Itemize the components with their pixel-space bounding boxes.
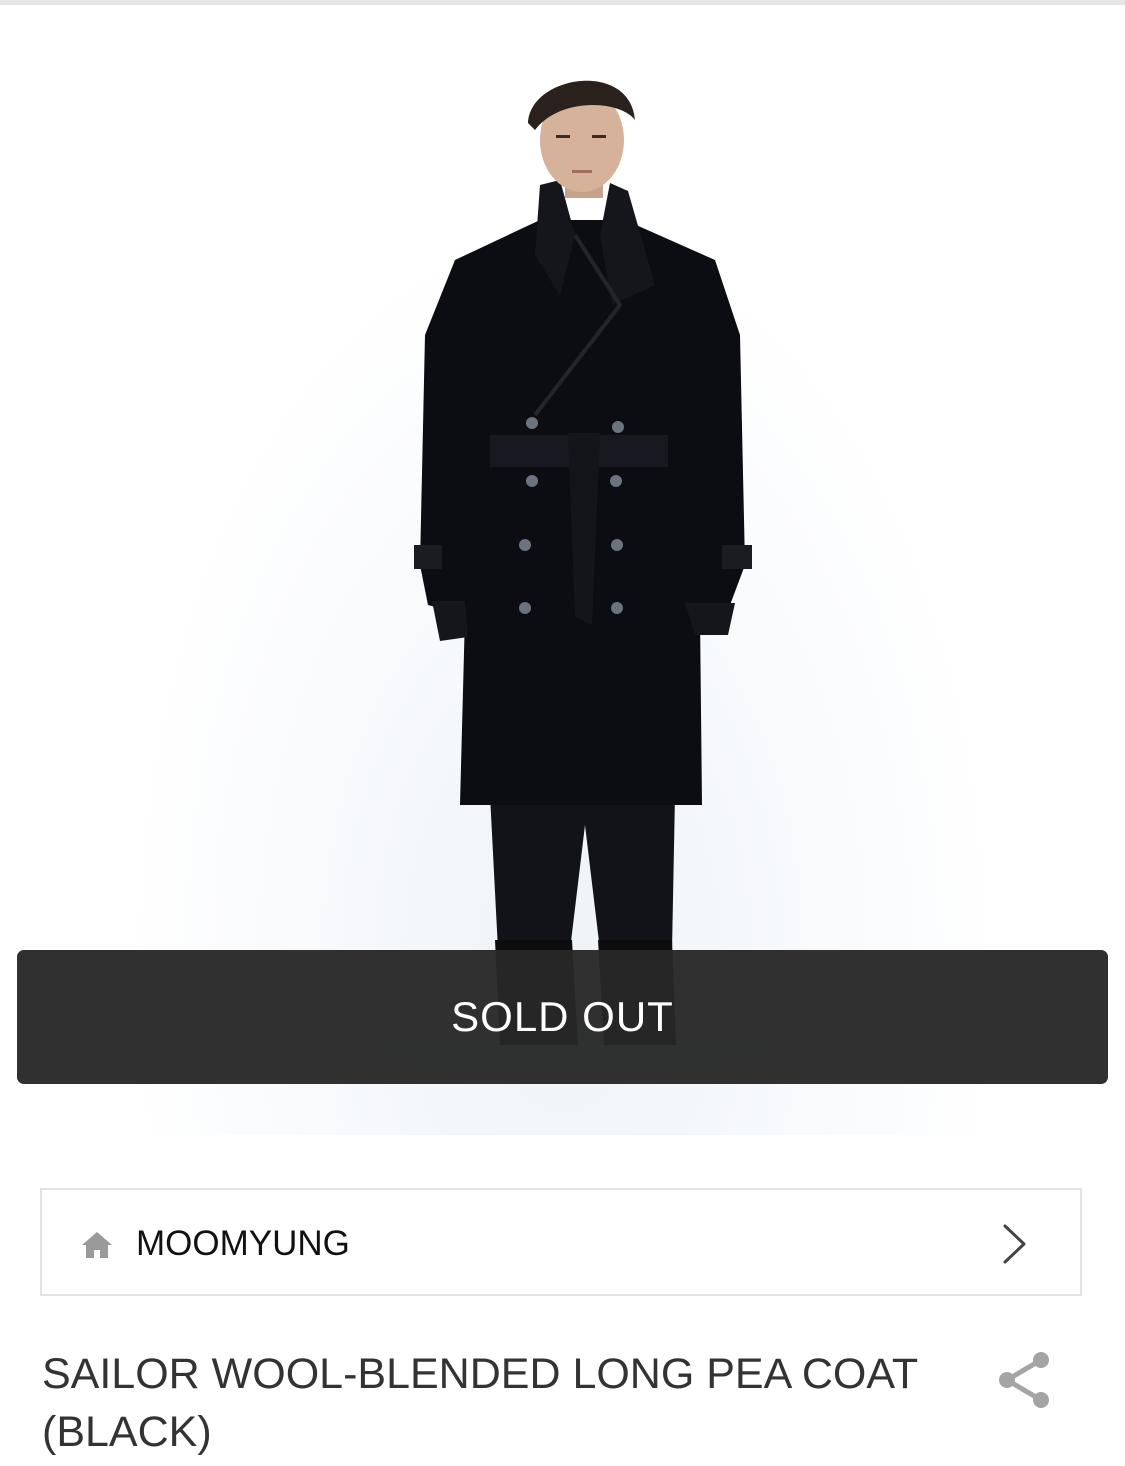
share-icon[interactable] xyxy=(994,1350,1054,1410)
sold-out-label: SOLD OUT xyxy=(451,993,674,1040)
sold-out-overlay: SOLD OUT xyxy=(17,950,1108,1084)
home-icon xyxy=(82,1232,112,1258)
brand-name: MOOMYUNG xyxy=(136,1224,350,1263)
brand-link[interactable]: MOOMYUNG xyxy=(40,1188,1082,1296)
product-title: SAILOR WOOL-BLENDED LONG PEA COAT(BLACK) xyxy=(42,1350,919,1456)
chevron-right-icon xyxy=(1003,1224,1026,1264)
